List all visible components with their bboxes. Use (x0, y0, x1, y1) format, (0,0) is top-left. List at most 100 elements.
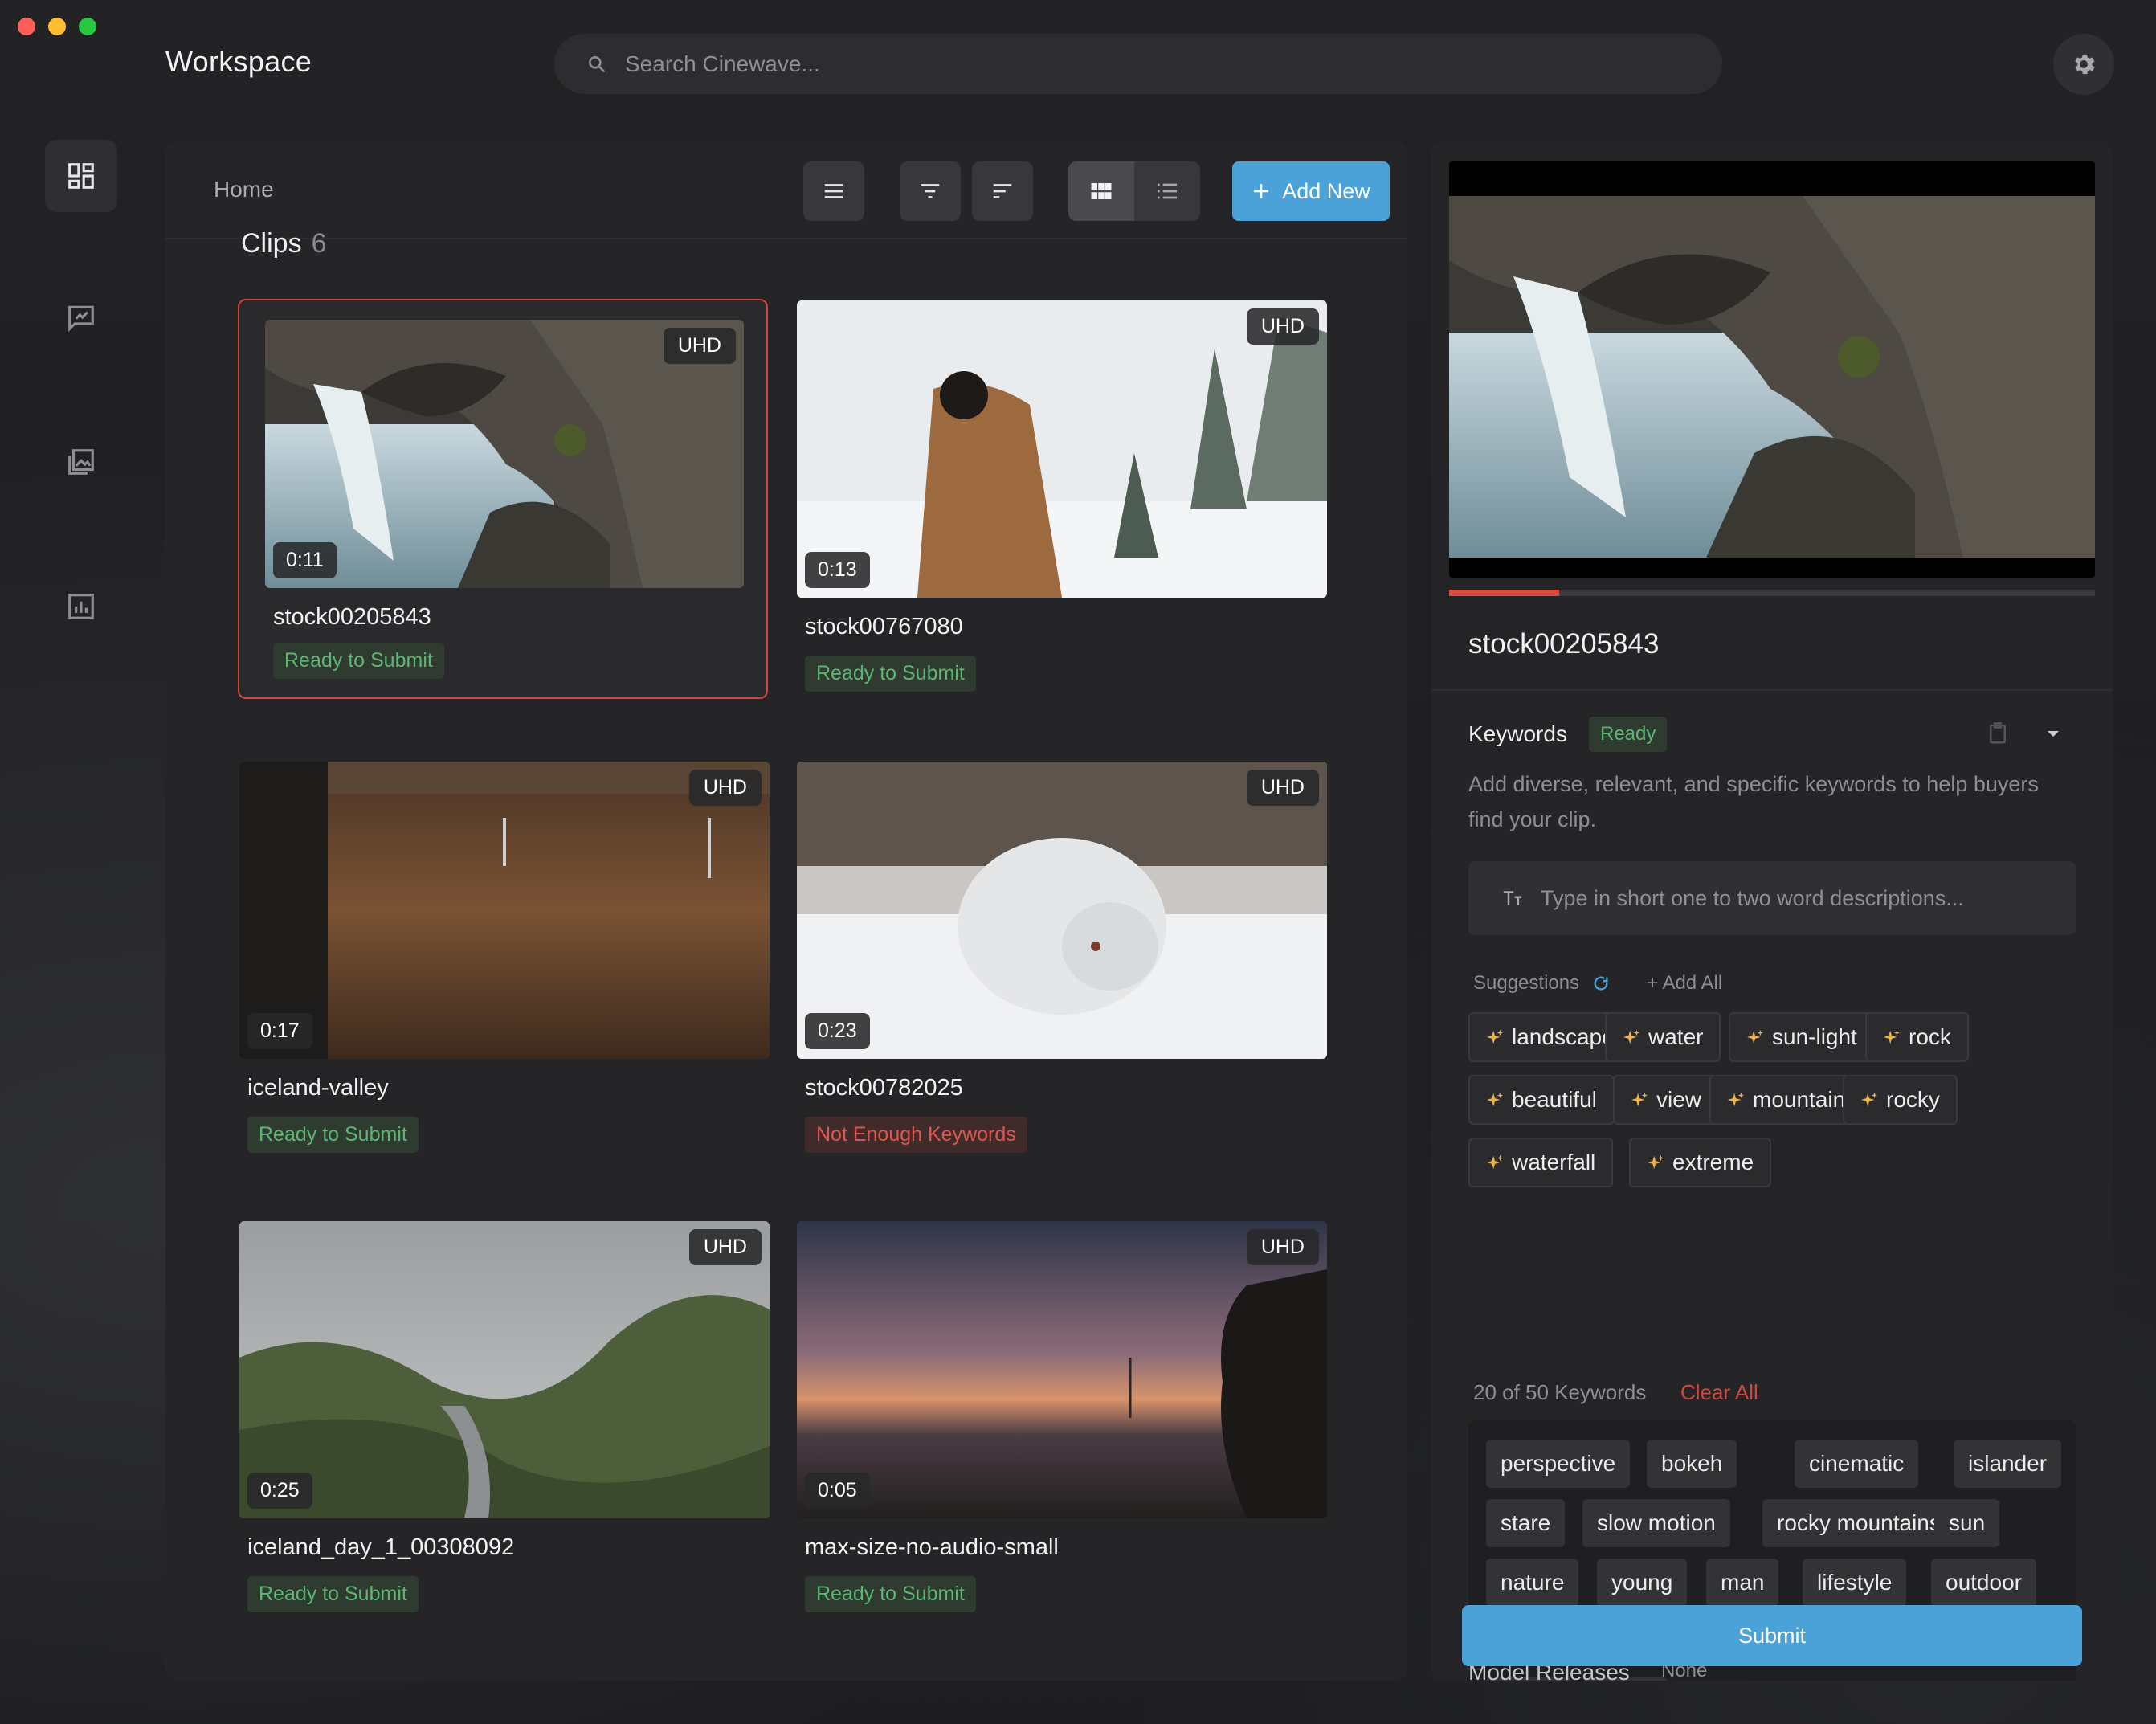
suggestion-chip-label: waterfall (1512, 1150, 1596, 1175)
keyword-tag[interactable]: islander (1954, 1440, 2062, 1488)
clip-card[interactable]: UHD 0:17 iceland-valley Ready to Submit (239, 762, 770, 1163)
chevron-down-icon[interactable] (2044, 725, 2063, 744)
clip-card[interactable]: UHD 0:25 iceland_day_1_00308092 Ready to… (239, 1221, 770, 1623)
dashboard-icon (68, 163, 94, 189)
grid-view-button[interactable] (1068, 161, 1134, 221)
keyword-tag[interactable]: rocky mountains (1762, 1499, 1955, 1547)
clip-name: max-size-no-audio-small (805, 1534, 1059, 1560)
maximize-window-button[interactable] (79, 18, 96, 35)
filter-icon (921, 184, 940, 198)
keyword-tag[interactable]: lifestyle (1803, 1559, 1907, 1607)
keyword-tag[interactable]: stare (1486, 1499, 1566, 1547)
clip-name: stock00205843 (273, 604, 431, 630)
duration-badge: 0:13 (805, 552, 870, 588)
duration-badge: 0:17 (247, 1013, 312, 1049)
suggestion-chip[interactable]: waterfall (1468, 1138, 1614, 1187)
sparkle-icon (1486, 1029, 1504, 1044)
status-badge: Ready to Submit (805, 656, 976, 692)
clip-card[interactable]: UHD 0:23 stock00782025 Not Enough Keywor… (797, 762, 1327, 1163)
keyword-tag[interactable]: cinematic (1795, 1440, 1919, 1488)
view-toggle (1068, 161, 1200, 221)
search-input[interactable] (625, 51, 1589, 77)
suggestion-chip[interactable]: mountain (1709, 1075, 1864, 1125)
keyword-tag[interactable]: sun (1934, 1499, 2000, 1547)
divider (1431, 689, 2113, 691)
suggestion-chip-label: landscape (1512, 1024, 1615, 1049)
nav-analytics[interactable] (45, 570, 117, 643)
refresh-icon[interactable] (1592, 974, 1610, 992)
rows-button[interactable] (803, 161, 864, 221)
plus-icon (1254, 184, 1269, 198)
suggestion-chip-label: extreme (1672, 1150, 1754, 1175)
status-badge: Ready to Submit (247, 1576, 419, 1612)
sparkle-icon (1883, 1029, 1901, 1044)
video-preview[interactable] (1449, 161, 2095, 578)
playback-progress[interactable] (1449, 590, 2095, 596)
keyword-tag[interactable]: man (1706, 1559, 1779, 1607)
grid-view-icon (1091, 183, 1112, 199)
add-all-suggestions-button[interactable]: + Add All (1647, 972, 1722, 995)
clear-all-button[interactable]: Clear All (1680, 1380, 1758, 1405)
keyword-count: 20 of 50 Keywords (1473, 1380, 1647, 1404)
keyword-input-field[interactable] (1468, 861, 2076, 935)
suggestion-chip-label: rock (1909, 1024, 1951, 1049)
nav-feedback[interactable] (45, 281, 117, 353)
suggestion-chip[interactable]: sun-light (1729, 1012, 1875, 1062)
keyword-tag[interactable]: nature (1486, 1559, 1579, 1607)
submit-button[interactable]: Submit (1462, 1605, 2082, 1666)
clip-thumbnail: UHD 0:13 (797, 300, 1327, 598)
status-badge: Ready to Submit (805, 1576, 976, 1612)
suggestion-chip-label: beautiful (1512, 1087, 1597, 1112)
sort-button[interactable] (972, 161, 1033, 221)
clip-thumbnail: UHD 0:25 (239, 1221, 770, 1518)
uhd-badge: UHD (1246, 308, 1319, 345)
uhd-badge: UHD (688, 1229, 762, 1265)
suggestion-chip[interactable]: extreme (1629, 1138, 1772, 1187)
minimize-window-button[interactable] (48, 18, 66, 35)
suggestion-chip[interactable]: view (1613, 1075, 1720, 1125)
sparkle-icon (1486, 1092, 1504, 1107)
settings-button[interactable] (2053, 34, 2114, 95)
sparkle-icon (1486, 1154, 1504, 1170)
uhd-badge: UHD (688, 770, 762, 806)
clip-name: iceland_day_1_00308092 (247, 1534, 515, 1560)
status-badge: Ready to Submit (273, 643, 444, 679)
clip-card[interactable]: UHD 0:13 stock00767080 Ready to Submit (797, 300, 1327, 702)
section-title-text: Clips (241, 228, 302, 259)
add-new-button[interactable]: Add New (1232, 161, 1390, 221)
close-window-button[interactable] (18, 18, 35, 35)
clip-card[interactable]: UHD 0:05 max-size-no-audio-small Ready t… (797, 1221, 1327, 1623)
breadcrumb[interactable]: Home (214, 177, 274, 202)
sparkle-icon (1746, 1029, 1764, 1044)
keyword-tag[interactable]: slow motion (1582, 1499, 1730, 1547)
suggestion-chip-label: rocky (1886, 1087, 1940, 1112)
filter-button[interactable] (900, 161, 961, 221)
suggestion-chip[interactable]: rock (1865, 1012, 1969, 1062)
search-bar[interactable] (554, 34, 1722, 94)
suggestion-chip-label: sun-light (1772, 1024, 1857, 1049)
analytics-icon (68, 594, 94, 619)
clip-count: 6 (311, 228, 327, 259)
nav-gallery[interactable] (45, 426, 117, 498)
keyword-tag[interactable]: bokeh (1647, 1440, 1737, 1488)
suggestion-chip[interactable]: water (1605, 1012, 1721, 1062)
suggestions-label: Suggestions (1473, 972, 1580, 994)
sparkle-icon (1727, 1092, 1745, 1107)
rows-icon (824, 184, 843, 198)
keyword-input[interactable] (1541, 885, 2039, 911)
uhd-badge: UHD (1246, 770, 1319, 806)
keyword-tag[interactable]: perspective (1486, 1440, 1631, 1488)
suggestion-chip[interactable]: beautiful (1468, 1075, 1615, 1125)
keyword-tag[interactable]: young (1597, 1559, 1688, 1607)
uhd-badge: UHD (663, 328, 736, 364)
list-view-button[interactable] (1134, 161, 1200, 221)
clipboard-icon[interactable] (1986, 721, 2010, 746)
keyword-tag[interactable]: outdoor (1931, 1559, 2036, 1607)
status-badge: Not Enough Keywords (805, 1117, 1027, 1153)
playback-progress-fill (1449, 590, 1559, 596)
clip-thumbnail: UHD 0:23 (797, 762, 1327, 1059)
clip-card[interactable]: UHD 0:11 stock00205843 Ready to Submit (238, 299, 768, 699)
nav-dashboard[interactable] (45, 140, 117, 212)
suggestion-chip[interactable]: rocky (1843, 1075, 1958, 1125)
app-title: Workspace (165, 45, 312, 78)
